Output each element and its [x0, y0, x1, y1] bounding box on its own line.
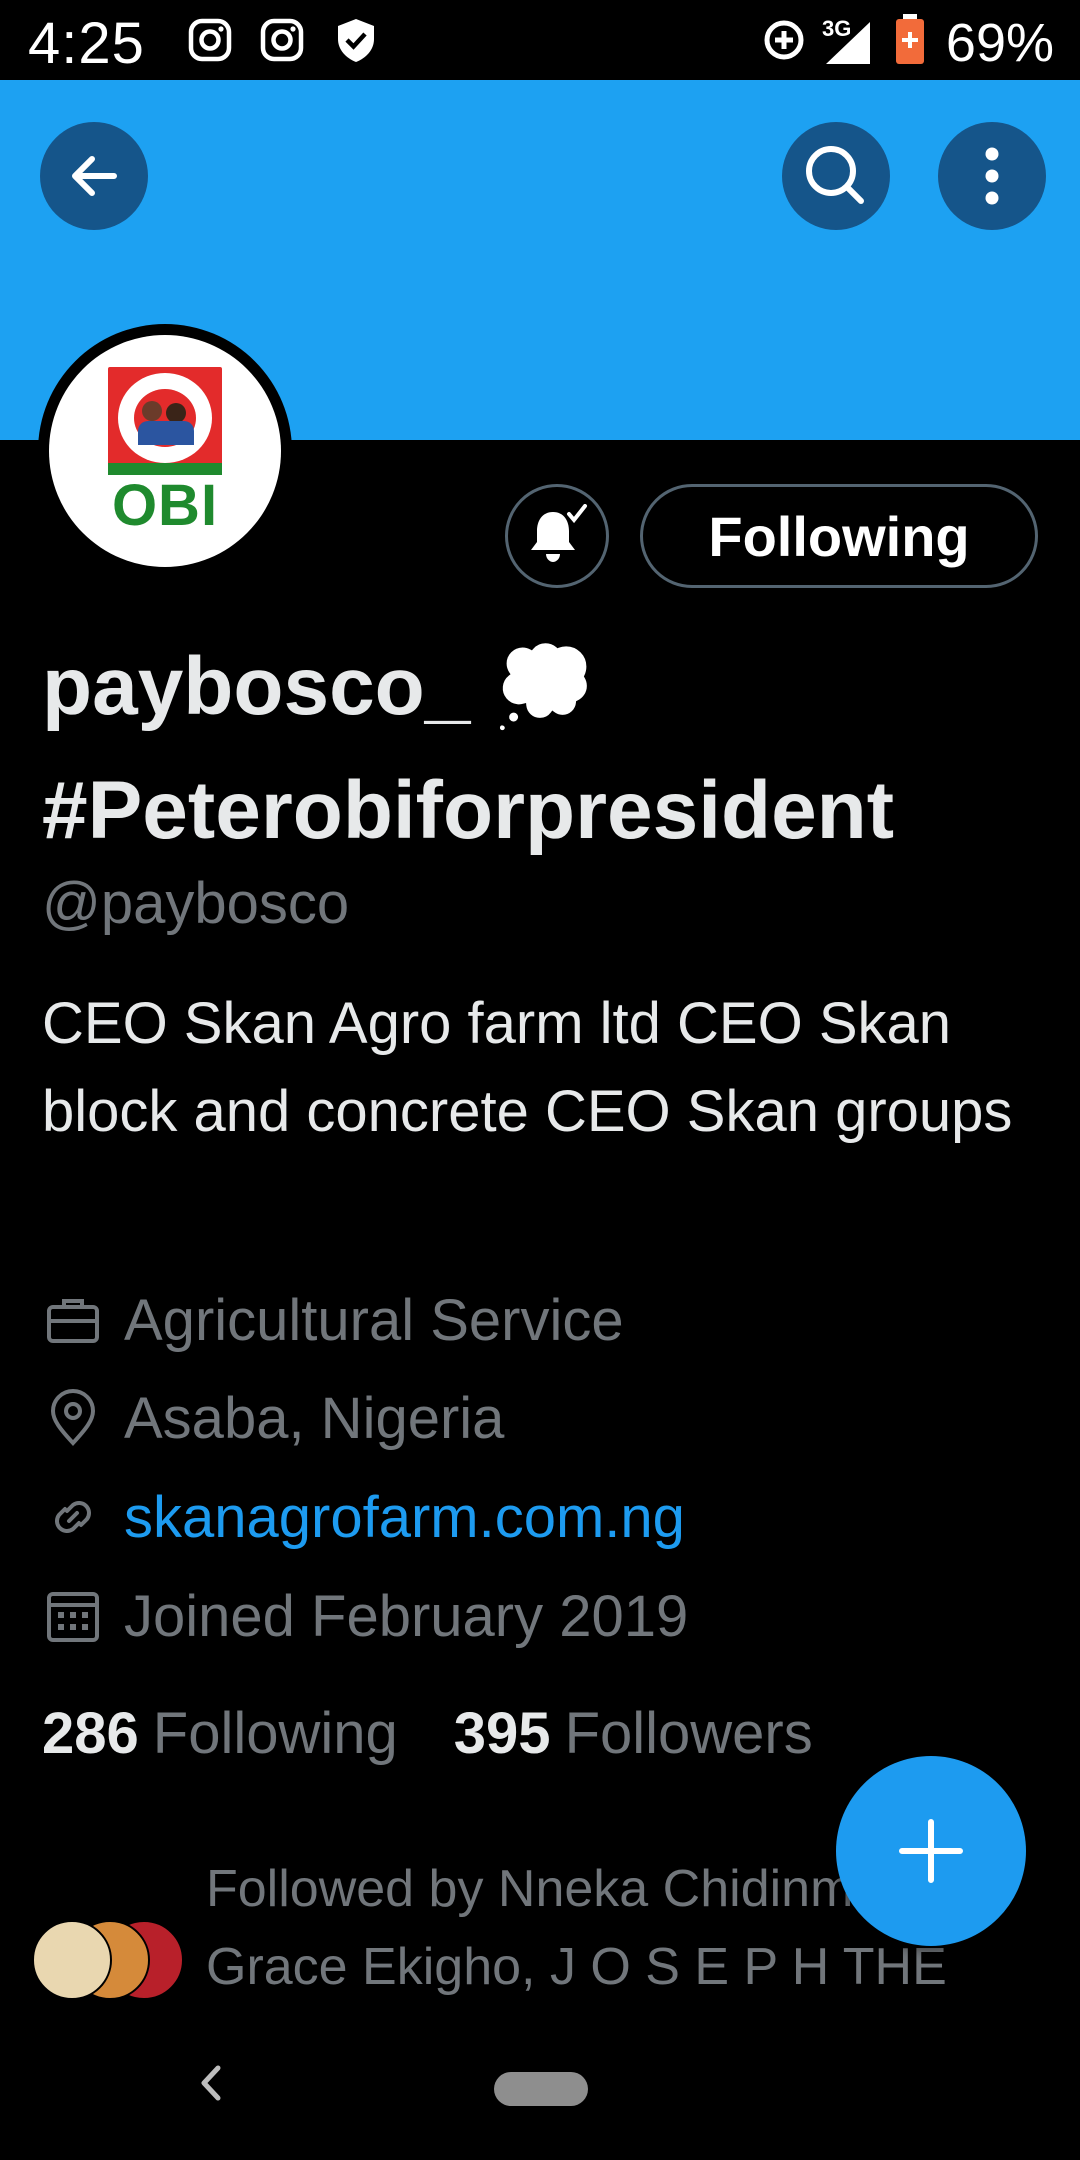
signal-icon [826, 22, 870, 64]
battery-icon [896, 14, 924, 64]
following-button[interactable]: Following [640, 484, 1038, 588]
search-button[interactable] [782, 122, 890, 230]
profile-avatar[interactable]: OBI [38, 324, 292, 578]
shield-icon [338, 19, 374, 62]
profile-joined: Joined February 2019 [42, 1576, 688, 1656]
profile-location: Asaba, Nigeria [42, 1378, 504, 1458]
profile-category: Agricultural Service [42, 1280, 624, 1360]
labour-party-logo [108, 367, 222, 475]
more-vertical-icon [985, 147, 999, 205]
status-bar: 4:25 3G 69% [0, 0, 1080, 80]
followers-count: 395 [453, 1701, 551, 1766]
data-saver-icon [764, 20, 804, 60]
profile-bio: CEO Skan Agro farm ltd CEO Skan block an… [42, 991, 1013, 1144]
arrow-left-icon [72, 156, 117, 196]
notifications-button[interactable] [505, 484, 609, 588]
calendar-icon [42, 1585, 104, 1647]
website-link[interactable]: skanagrofarm.com.ng [124, 1484, 685, 1551]
followed-by-avatars[interactable] [32, 1920, 192, 2000]
bell-check-icon [531, 504, 587, 562]
battery-percent: 69% [945, 13, 1054, 73]
instagram-icon [260, 18, 304, 62]
system-nav-bar [0, 2010, 1080, 2160]
avatar-image: OBI [49, 335, 281, 567]
chevron-left-icon[interactable] [190, 2058, 230, 2108]
joined-text: Joined February 2019 [124, 1583, 689, 1649]
avatar-wordmark: OBI [111, 473, 219, 538]
following-count: 286 [42, 1701, 139, 1766]
follower-avatar [32, 1920, 112, 2000]
display-name: paybosco_ 💭 #Peterobiforpresident [42, 641, 895, 856]
location-pin-icon [42, 1387, 104, 1449]
link-icon [42, 1486, 104, 1548]
instagram-icon [188, 18, 232, 62]
compose-button[interactable] [836, 1756, 1026, 1946]
home-pill-icon[interactable] [494, 2072, 588, 2106]
following-label: Following [152, 1701, 398, 1766]
plus-icon [899, 1819, 963, 1883]
back-button[interactable] [40, 122, 148, 230]
followers-stat[interactable]: 395 Followers [454, 1700, 813, 1767]
profile-website[interactable]: skanagrofarm.com.ng [42, 1477, 685, 1557]
more-button[interactable] [938, 122, 1046, 230]
category-text: Agricultural Service [124, 1287, 624, 1353]
profile-handle: @paybosco [42, 871, 350, 936]
search-icon [806, 146, 864, 204]
status-time: 4:25 [28, 11, 145, 76]
location-text: Asaba, Nigeria [124, 1385, 505, 1451]
following-stat[interactable]: 286 Following [42, 1700, 398, 1767]
briefcase-icon [42, 1289, 104, 1351]
followers-label: Followers [564, 1701, 813, 1766]
profile-stats: 286 Following 395 Followers [42, 1700, 869, 1767]
